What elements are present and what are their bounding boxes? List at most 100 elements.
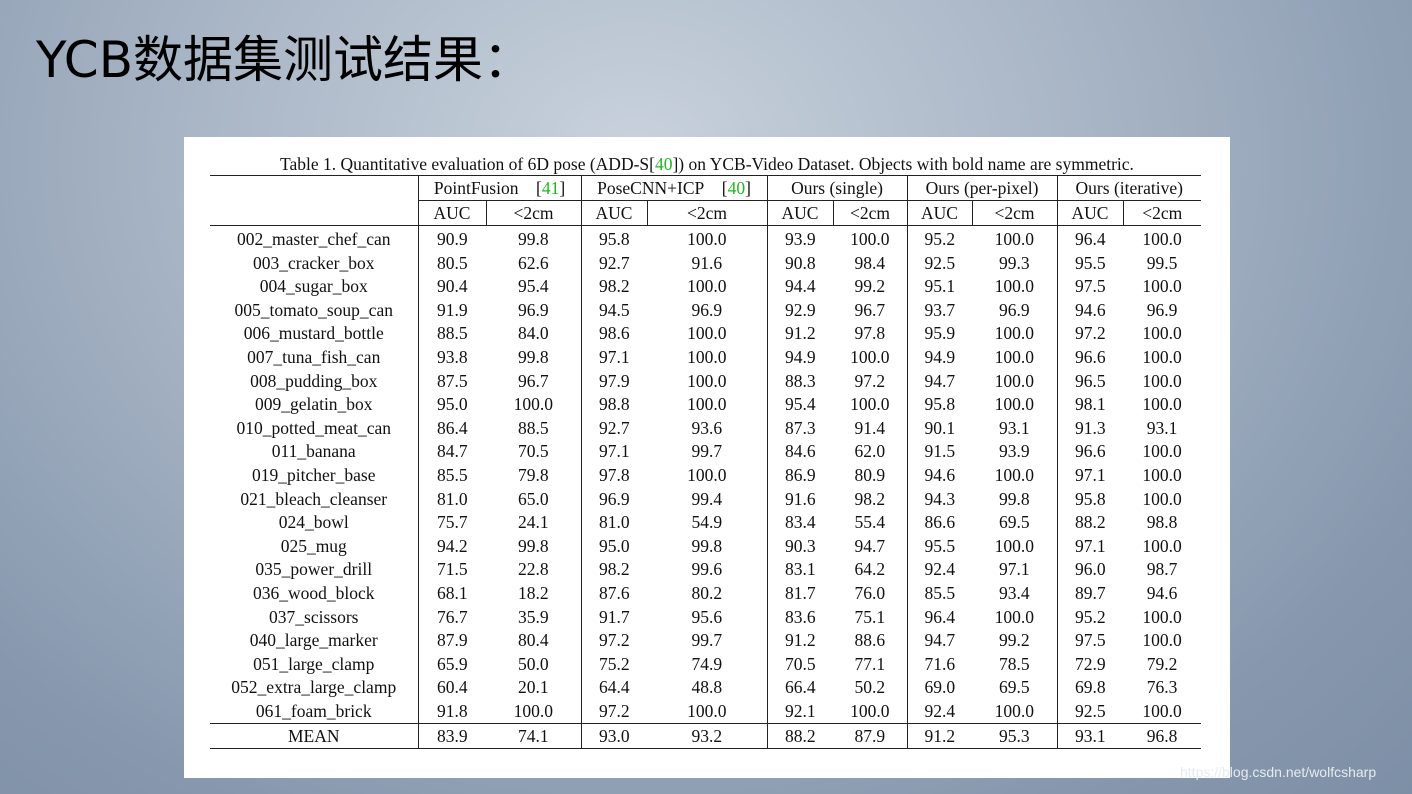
value-cell: 95.8 <box>906 393 972 417</box>
metric-header: AUC <box>580 200 647 226</box>
table-panel: Table 1. Quantitative evaluation of 6D p… <box>184 137 1230 778</box>
value-cell: 95.2 <box>906 225 972 252</box>
value-cell: 98.2 <box>854 488 886 509</box>
value-cell: 92.5 <box>906 251 972 276</box>
value-cell: 87.6 <box>580 581 647 606</box>
metric-header: <2cm <box>832 200 907 226</box>
method-citation[interactable]: 40 <box>728 178 746 198</box>
value-cell: 98.2 <box>580 275 647 299</box>
value-cell: 96.5 <box>1056 369 1123 394</box>
value-cell: 100.0 <box>994 346 1034 367</box>
value-cell: 91.5 <box>906 440 972 464</box>
corner-cell <box>210 176 418 201</box>
value-cell: 20.1 <box>517 677 549 698</box>
value-cell: 90.4 <box>417 275 486 299</box>
value-cell: 97.8 <box>854 323 886 344</box>
value-cell: 96.9 <box>691 299 723 320</box>
table-row: 035_power_drill 71.5 22.8 98.2 99.6 83.1 64.2 9… <box>210 558 1201 582</box>
value-cell: 95.0 <box>580 534 647 559</box>
value-cell: 90.3 <box>766 534 833 559</box>
value-cell: 94.6 <box>1056 298 1123 323</box>
value-cell: 100.0 <box>994 229 1034 249</box>
value-cell: 99.8 <box>517 229 549 249</box>
value-cell: 92.4 <box>906 699 972 724</box>
object-name: 004_sugar_box <box>259 276 368 297</box>
table-row: 004_sugar_box 90.4 95.4 98.2 100.0 94.4 99.2 95… <box>210 275 1201 299</box>
table-row: 009_gelatin_box 95.0 100.0 98.8 100.0 95.4 100… <box>210 393 1201 417</box>
caption-citation[interactable]: 40 <box>655 154 673 174</box>
value-cell: 90.9 <box>417 225 486 252</box>
method-header-row: PointFusion [41] PoseCNN+ICP [40] Ours (… <box>210 175 1201 201</box>
object-name: 009_gelatin_box <box>254 394 373 415</box>
value-cell: 96.6 <box>1056 345 1123 370</box>
value-cell: 93.6 <box>691 417 723 438</box>
value-cell: 66.4 <box>766 676 833 700</box>
value-cell: 62.6 <box>517 252 549 273</box>
value-cell: 92.4 <box>906 558 972 582</box>
object-name: 008_pudding_box <box>250 370 378 391</box>
value-cell: 91.9 <box>417 298 486 323</box>
value-cell: 94.9 <box>766 345 833 370</box>
value-cell: 74.1 <box>486 723 581 749</box>
metric-header: AUC <box>766 200 833 226</box>
object-name: 019_pitcher_base <box>252 464 376 485</box>
value-cell: 100.0 <box>687 276 727 297</box>
metric-header: AUC <box>417 200 486 226</box>
value-cell: 93.1 <box>1146 417 1178 438</box>
table-body: 002_master_chef_can 90.9 99.8 95.8 100.0 93.9… <box>210 225 1201 749</box>
value-cell: 87.5 <box>417 369 486 394</box>
value-cell: 92.7 <box>580 251 647 276</box>
value-cell: 97.5 <box>1056 275 1123 299</box>
value-cell: 100.0 <box>1142 630 1182 651</box>
value-cell: 97.2 <box>580 629 647 653</box>
value-cell: 93.9 <box>998 441 1030 462</box>
value-cell: 98.8 <box>1146 512 1178 533</box>
value-cell: 88.5 <box>517 417 549 438</box>
value-cell: 98.8 <box>580 393 647 417</box>
value-cell: 91.8 <box>417 699 486 724</box>
value-cell: 100.0 <box>687 323 727 344</box>
value-cell: 69.0 <box>906 676 972 700</box>
value-cell: 100.0 <box>850 346 890 367</box>
table-row: 007_tuna_fish_can 93.8 99.8 97.1 100.0 94.9 10… <box>210 345 1201 370</box>
metric-header-row: AUC <2cm AUC <2cm AUC <2cm AUC <2cm AUC … <box>210 200 1201 226</box>
object-name: 040_large_marker <box>249 630 378 651</box>
value-cell: 96.0 <box>1056 558 1123 582</box>
object-name: 052_extra_large_clamp <box>231 677 397 698</box>
value-cell: 94.7 <box>906 629 972 653</box>
value-cell: 86.4 <box>417 416 486 441</box>
metric-header: <2cm <box>1122 200 1201 226</box>
value-cell: 60.4 <box>417 676 486 700</box>
value-cell: 100.0 <box>1142 323 1182 344</box>
value-cell: 100.0 <box>1142 441 1182 462</box>
value-cell: 96.6 <box>1056 440 1123 464</box>
method-header: PointFusion [41] <box>417 175 581 201</box>
value-cell: 99.6 <box>691 559 723 580</box>
value-cell: 100.0 <box>1142 370 1182 391</box>
value-cell: 100.0 <box>1142 535 1182 556</box>
value-cell: 97.1 <box>580 440 647 464</box>
object-name: 021_bleach_cleanser <box>240 488 388 509</box>
value-cell: 91.7 <box>580 605 647 630</box>
value-cell: 65.0 <box>517 488 549 509</box>
value-cell: 70.5 <box>766 652 833 677</box>
value-cell: 92.7 <box>580 416 647 441</box>
value-cell: 80.2 <box>691 582 723 603</box>
value-cell: 93.9 <box>766 225 833 252</box>
value-cell: 87.9 <box>417 629 486 653</box>
value-cell: 97.1 <box>1056 463 1123 488</box>
value-cell: 74.9 <box>691 653 723 674</box>
method-header: Ours (iterative) <box>1056 175 1201 201</box>
object-name: 024_bowl <box>278 512 349 533</box>
value-cell: 81.7 <box>766 581 833 606</box>
value-cell: 95.2 <box>1056 605 1123 630</box>
value-cell: 98.7 <box>1146 559 1178 580</box>
value-cell: 99.2 <box>854 276 886 297</box>
value-cell: 91.4 <box>854 417 886 438</box>
mean-label: MEAN <box>210 723 418 749</box>
value-cell: 78.5 <box>998 653 1030 674</box>
method-header: Ours (per-pixel) <box>906 175 1057 201</box>
method-citation[interactable]: 41 <box>542 178 560 198</box>
table-row: 003_cracker_box 80.5 62.6 92.7 91.6 90.8 98.4 9… <box>210 251 1201 276</box>
value-cell: 100.0 <box>687 229 727 249</box>
